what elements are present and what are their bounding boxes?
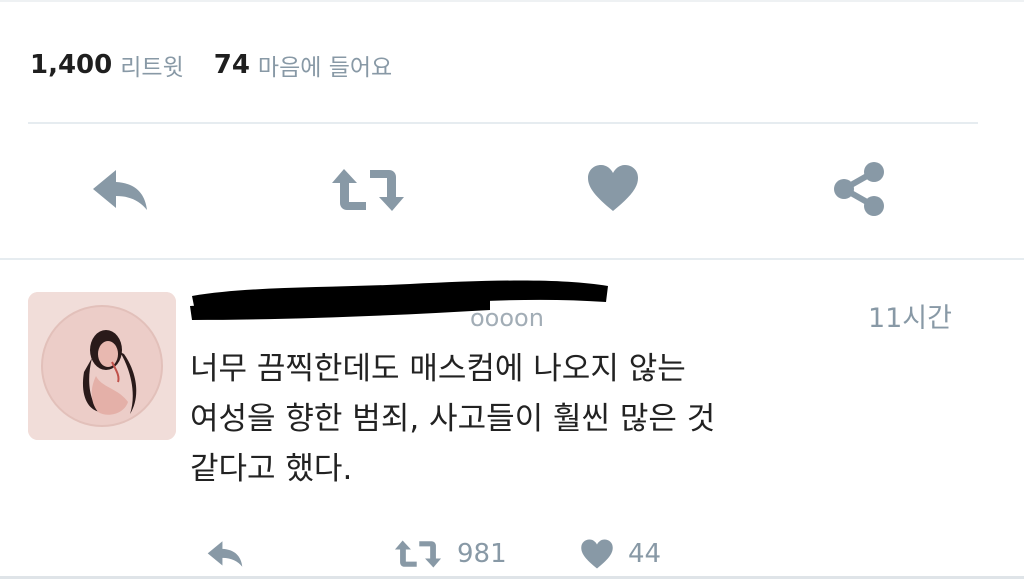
retweet-icon xyxy=(394,540,442,568)
tweet-text-line: 너무 끔찍한데도 매스컴에 나오지 않는 xyxy=(190,351,686,387)
actions-divider xyxy=(0,258,1024,260)
tweet-text: 너무 끔찍한데도 매스컴에 나오지 않는 여성을 향한 범죄, 사고들이 훨씬 … xyxy=(190,344,930,494)
like-label[interactable]: 마음에 들어요 xyxy=(258,48,392,82)
tweet-stats: 1,400 리트윗 74 마음에 들어요 xyxy=(30,45,422,85)
bottom-divider xyxy=(0,576,1024,579)
avatar[interactable] xyxy=(28,292,176,440)
stats-divider xyxy=(28,122,978,124)
like-button[interactable] xyxy=(586,163,640,213)
heart-icon xyxy=(581,539,613,569)
reply-icon xyxy=(207,541,243,567)
heart-icon xyxy=(588,165,638,211)
user-handle-fragment: oooon xyxy=(470,304,544,332)
retweet-button[interactable] xyxy=(330,165,406,215)
tweet-text-line: 여성을 향한 범죄, 사고들이 훨씬 많은 것 xyxy=(190,401,716,437)
tweet-text-line: 같다고 했다. xyxy=(190,451,353,487)
retweet-icon xyxy=(332,169,404,211)
reply-retweet-count: 981 xyxy=(457,539,507,569)
reply-like-count: 44 xyxy=(628,539,662,569)
reply-like-button[interactable]: 44 xyxy=(580,534,661,574)
redacted-username xyxy=(190,280,608,320)
top-divider xyxy=(0,0,1024,2)
avatar-image xyxy=(28,292,176,440)
retweet-count[interactable]: 1,400 xyxy=(30,50,112,80)
reply-icon xyxy=(93,170,147,210)
reply-button[interactable] xyxy=(90,165,150,215)
tweet-timestamp[interactable]: 11시간 xyxy=(868,296,952,335)
share-button[interactable] xyxy=(832,160,888,218)
reply-reply-button[interactable] xyxy=(205,534,245,574)
retweet-label[interactable]: 리트윗 xyxy=(120,48,183,82)
like-count[interactable]: 74 xyxy=(214,50,250,80)
share-icon xyxy=(834,162,884,216)
reply-retweet-button[interactable]: 981 xyxy=(393,534,507,574)
